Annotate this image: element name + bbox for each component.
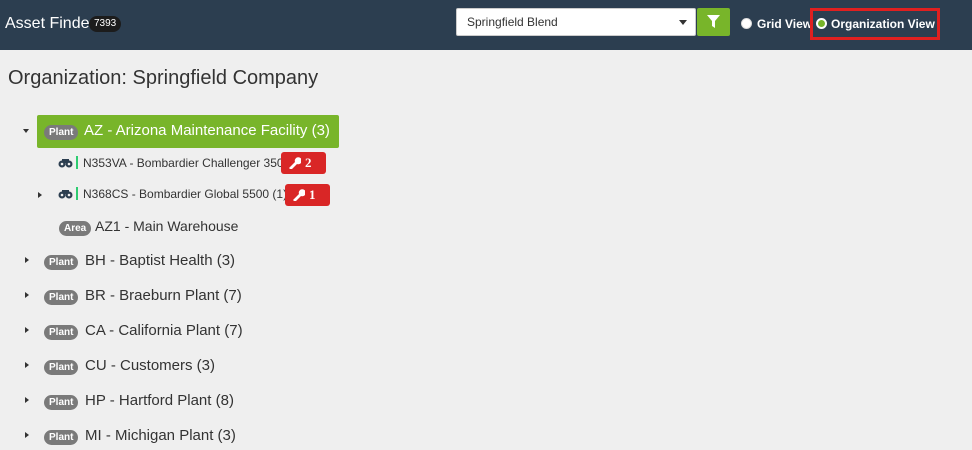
grid-view-radio[interactable] bbox=[741, 18, 752, 29]
filter-button[interactable] bbox=[697, 8, 730, 36]
asset-label: N353VA - Bombardier Challenger 350 bbox=[83, 156, 284, 170]
organization-view-highlight bbox=[810, 8, 940, 40]
tree-node[interactable]: Plant CU - Customers (3) bbox=[0, 352, 972, 382]
binoculars-icon bbox=[58, 190, 73, 199]
grid-view-label[interactable]: Grid View bbox=[757, 17, 812, 31]
tree-node-selected[interactable]: Plant AZ - Arizona Maintenance Facility … bbox=[37, 115, 339, 148]
collapse-toggle-icon[interactable] bbox=[23, 129, 29, 133]
node-type-badge: Plant bbox=[44, 360, 79, 375]
tree-node-label: MI - Michigan Plant (3) bbox=[85, 427, 236, 444]
expand-toggle-icon[interactable] bbox=[25, 292, 29, 298]
tree-node-label: AZ - Arizona Maintenance Facility (3) bbox=[84, 122, 330, 139]
asset-label: N368CS - Bombardier Global 5500 (1) bbox=[83, 187, 288, 201]
tree-node-label: AZ1 - Main Warehouse bbox=[95, 218, 239, 234]
tree-node-label: BR - Braeburn Plant (7) bbox=[85, 287, 242, 304]
node-type-badge: Plant bbox=[44, 290, 79, 305]
work-order-badge[interactable]: 1 bbox=[285, 184, 330, 206]
node-type-badge: Plant bbox=[44, 255, 79, 270]
node-type-badge: Plant bbox=[44, 325, 79, 340]
tree-node[interactable]: Plant HP - Hartford Plant (8) bbox=[0, 387, 972, 417]
tree-child-asset[interactable]: N353VA - Bombardier Challenger 350 2 bbox=[0, 150, 972, 180]
top-bar: Asset Finder 7393 Springfield Blend Grid… bbox=[0, 0, 972, 50]
organization-select[interactable]: Springfield Blend bbox=[456, 8, 696, 36]
node-type-badge: Area bbox=[59, 221, 92, 236]
asset-status-bar bbox=[76, 187, 78, 200]
tree-node-label: CU - Customers (3) bbox=[85, 357, 216, 374]
work-order-count: 1 bbox=[309, 187, 316, 202]
work-order-badge[interactable]: 2 bbox=[281, 152, 326, 174]
expand-toggle-icon[interactable] bbox=[38, 192, 42, 198]
node-type-badge: Plant bbox=[44, 395, 79, 410]
binoculars-icon bbox=[58, 159, 73, 168]
node-type-badge: Plant bbox=[44, 430, 79, 445]
expand-toggle-icon[interactable] bbox=[25, 397, 29, 403]
asset-status-bar bbox=[76, 156, 78, 169]
tree-child-area[interactable]: Area AZ1 - Main Warehouse bbox=[0, 214, 972, 244]
node-type-badge: Plant bbox=[44, 125, 79, 140]
app-title: Asset Finder bbox=[5, 15, 95, 32]
tree-node-label: CA - California Plant (7) bbox=[85, 322, 243, 339]
filter-icon bbox=[707, 15, 720, 28]
organization-select-value: Springfield Blend bbox=[467, 15, 558, 29]
tree-child-asset[interactable]: N368CS - Bombardier Global 5500 (1) 1 bbox=[50, 181, 972, 211]
tree-node-label: BH - Baptist Health (3) bbox=[85, 252, 236, 269]
work-order-count: 2 bbox=[305, 155, 312, 170]
page-title: Organization: Springfield Company bbox=[8, 67, 319, 89]
wrench-icon bbox=[289, 157, 301, 169]
tree-node[interactable]: Plant BR - Braeburn Plant (7) bbox=[0, 282, 972, 312]
wrench-icon bbox=[293, 189, 305, 201]
expand-toggle-icon[interactable] bbox=[25, 257, 29, 263]
expand-toggle-icon[interactable] bbox=[25, 432, 29, 438]
tree-node-label: HP - Hartford Plant (8) bbox=[85, 392, 234, 409]
expand-toggle-icon[interactable] bbox=[25, 362, 29, 368]
tree-node[interactable]: Plant CA - California Plant (7) bbox=[0, 317, 972, 347]
expand-toggle-icon[interactable] bbox=[25, 327, 29, 333]
tree-node[interactable]: Plant BH - Baptist Health (3) bbox=[0, 247, 972, 277]
asset-count-badge: 7393 bbox=[89, 16, 122, 32]
tree-node[interactable]: Plant MI - Michigan Plant (3) bbox=[0, 420, 972, 450]
chevron-down-icon bbox=[679, 20, 687, 25]
